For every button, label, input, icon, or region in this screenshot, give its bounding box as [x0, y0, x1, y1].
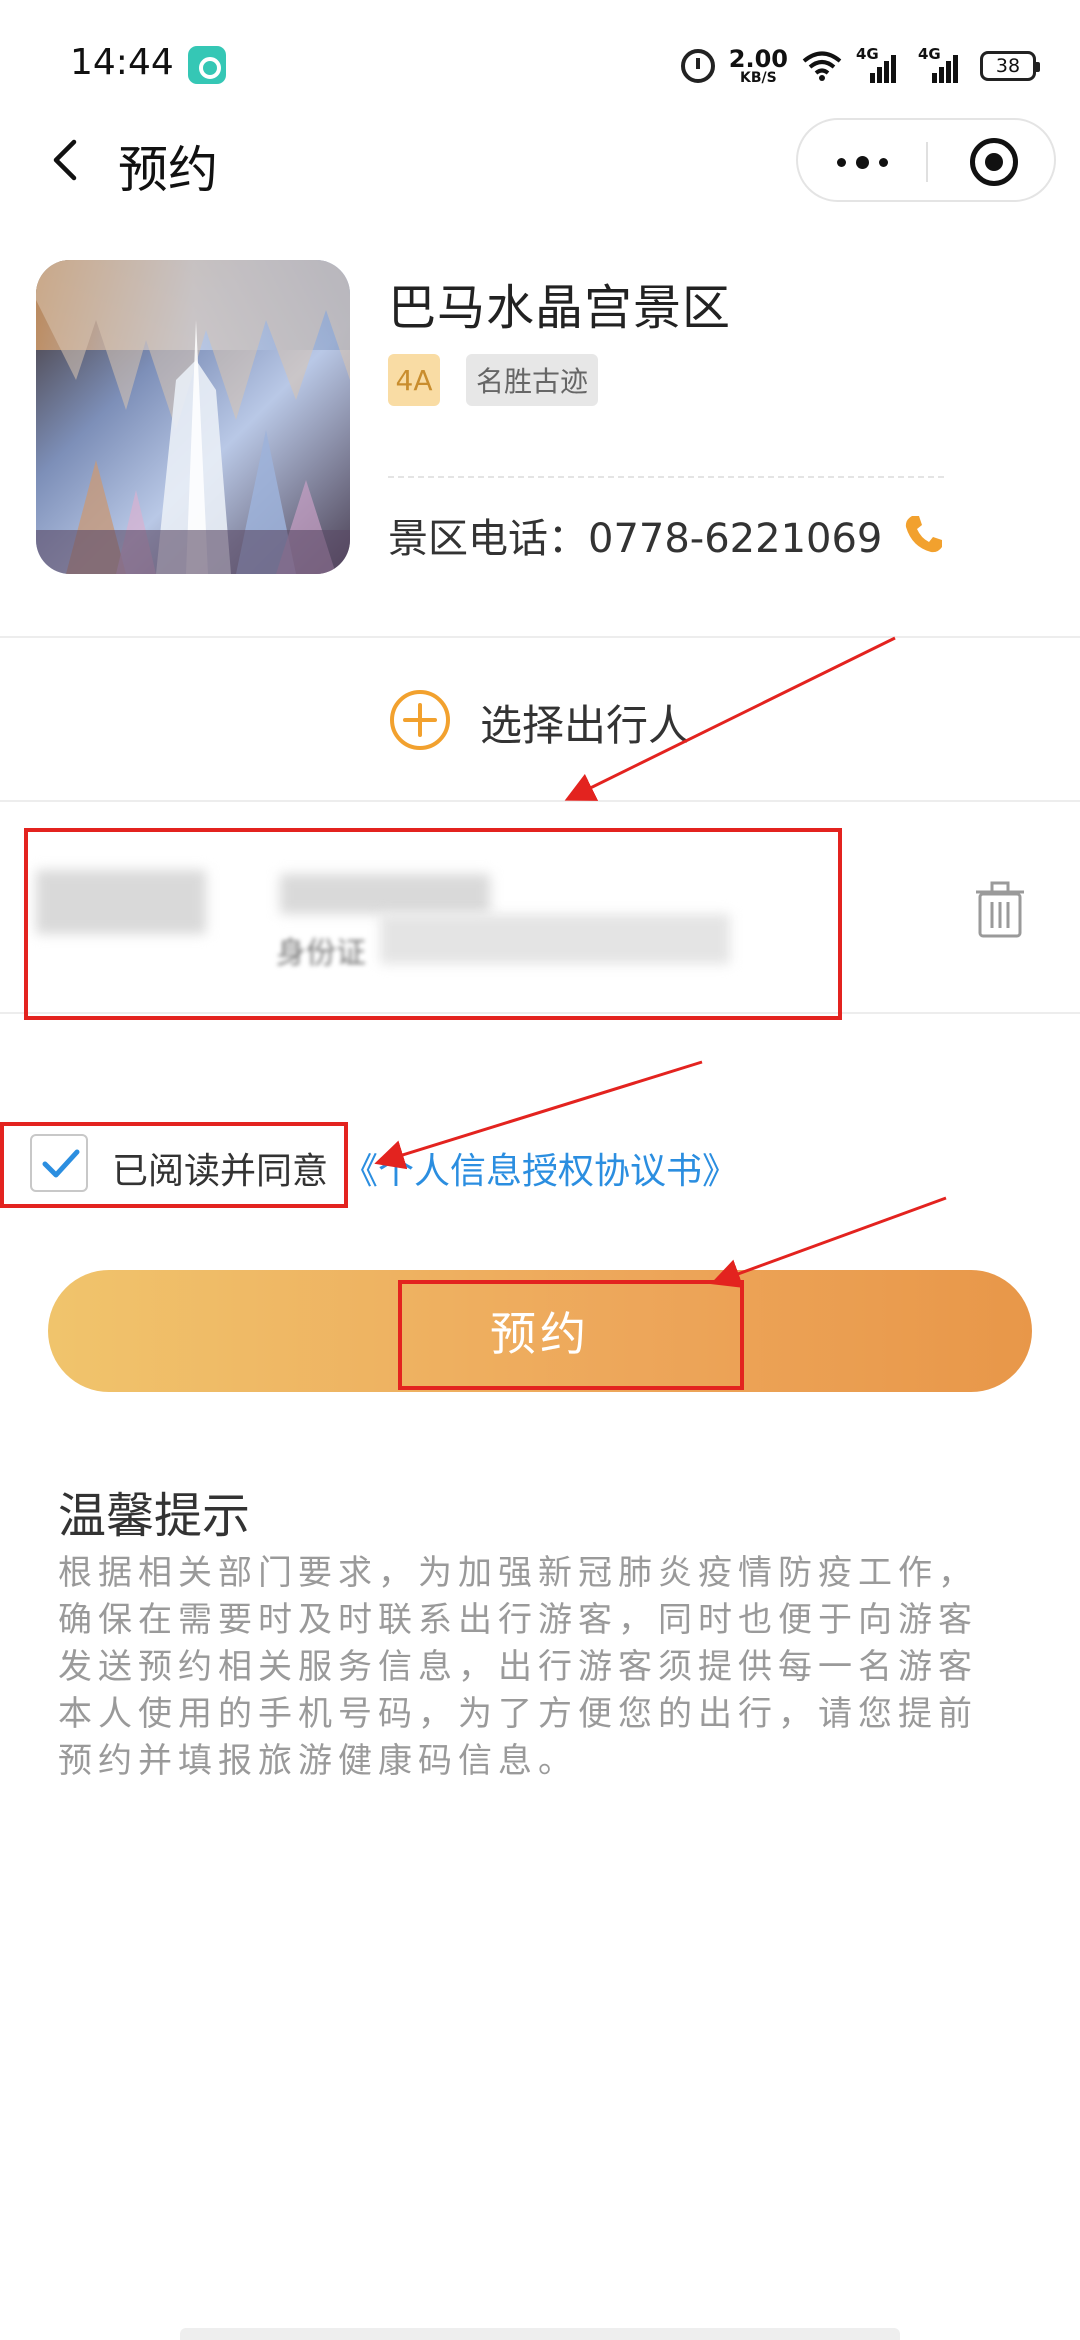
- annotation-arrows: [374, 636, 947, 1288]
